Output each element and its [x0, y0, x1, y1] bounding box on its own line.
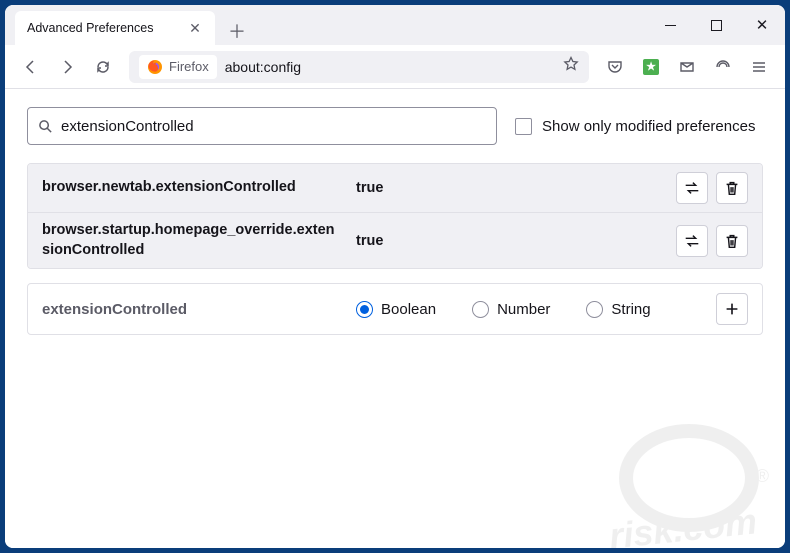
pref-name: browser.newtab.extensionControlled — [42, 178, 342, 198]
extension-icon[interactable]: ★ — [635, 51, 667, 83]
app-menu-button[interactable] — [743, 51, 775, 83]
delete-button[interactable] — [716, 225, 748, 257]
checkbox-icon — [515, 118, 532, 135]
pref-results: browser.newtab.extensionControlled true … — [27, 163, 763, 269]
pref-actions — [676, 225, 748, 257]
toggle-icon — [683, 232, 701, 250]
radio-icon — [586, 301, 603, 318]
pref-name: browser.startup.homepage_override.extens… — [42, 221, 342, 260]
type-options: Boolean Number String — [356, 301, 702, 318]
toggle-icon — [683, 179, 701, 197]
nav-toolbar: Firefox about:config ★ — [5, 45, 785, 89]
plus-icon — [723, 300, 741, 318]
tab-advanced-preferences[interactable]: Advanced Preferences ✕ — [15, 11, 215, 45]
browser-window: Advanced Preferences ✕ ＋ ✕ Firefox about… — [5, 5, 785, 548]
maximize-button[interactable] — [693, 5, 739, 45]
forward-button[interactable] — [51, 51, 83, 83]
pref-actions — [676, 172, 748, 204]
new-pref-row: extensionControlled Boolean Number Strin… — [27, 283, 763, 335]
show-modified-checkbox[interactable]: Show only modified preferences — [515, 118, 755, 135]
pref-search-input[interactable] — [61, 118, 486, 135]
window-controls: ✕ — [647, 5, 785, 45]
pref-row[interactable]: browser.startup.homepage_override.extens… — [28, 212, 762, 268]
url-text: about:config — [225, 59, 555, 75]
bookmark-star-icon[interactable] — [563, 56, 579, 77]
pref-value: true — [356, 180, 662, 196]
pref-search-box[interactable] — [27, 107, 497, 145]
inbox-icon[interactable] — [671, 51, 703, 83]
type-label: String — [611, 301, 650, 318]
show-modified-label: Show only modified preferences — [542, 118, 755, 135]
reload-button[interactable] — [87, 51, 119, 83]
url-bar[interactable]: Firefox about:config — [129, 51, 589, 83]
type-label: Boolean — [381, 301, 436, 318]
search-row: Show only modified preferences — [27, 107, 763, 145]
about-config-content: Show only modified preferences browser.n… — [5, 89, 785, 548]
firefox-icon — [147, 59, 163, 75]
type-string[interactable]: String — [586, 301, 650, 318]
close-tab-icon[interactable]: ✕ — [187, 20, 203, 36]
pref-value: true — [356, 233, 662, 249]
type-boolean[interactable]: Boolean — [356, 301, 436, 318]
shield-icon[interactable] — [707, 51, 739, 83]
new-pref-name: extensionControlled — [42, 301, 342, 318]
new-tab-button[interactable]: ＋ — [223, 17, 251, 45]
type-label: Number — [497, 301, 550, 318]
add-pref-button[interactable] — [716, 293, 748, 325]
back-button[interactable] — [15, 51, 47, 83]
pref-row[interactable]: browser.newtab.extensionControlled true — [28, 164, 762, 212]
trash-icon — [723, 232, 741, 250]
radio-icon — [356, 301, 373, 318]
search-icon — [38, 119, 53, 134]
titlebar: Advanced Preferences ✕ ＋ ✕ — [5, 5, 785, 45]
radio-icon — [472, 301, 489, 318]
identity-label: Firefox — [169, 59, 209, 74]
trash-icon — [723, 179, 741, 197]
toggle-button[interactable] — [676, 172, 708, 204]
tabstrip: Advanced Preferences ✕ ＋ — [5, 5, 647, 45]
minimize-button[interactable] — [647, 5, 693, 45]
type-number[interactable]: Number — [472, 301, 550, 318]
pocket-icon[interactable] — [599, 51, 631, 83]
delete-button[interactable] — [716, 172, 748, 204]
close-window-button[interactable]: ✕ — [739, 5, 785, 45]
toggle-button[interactable] — [676, 225, 708, 257]
identity-box[interactable]: Firefox — [139, 55, 217, 79]
tab-title: Advanced Preferences — [27, 21, 177, 35]
